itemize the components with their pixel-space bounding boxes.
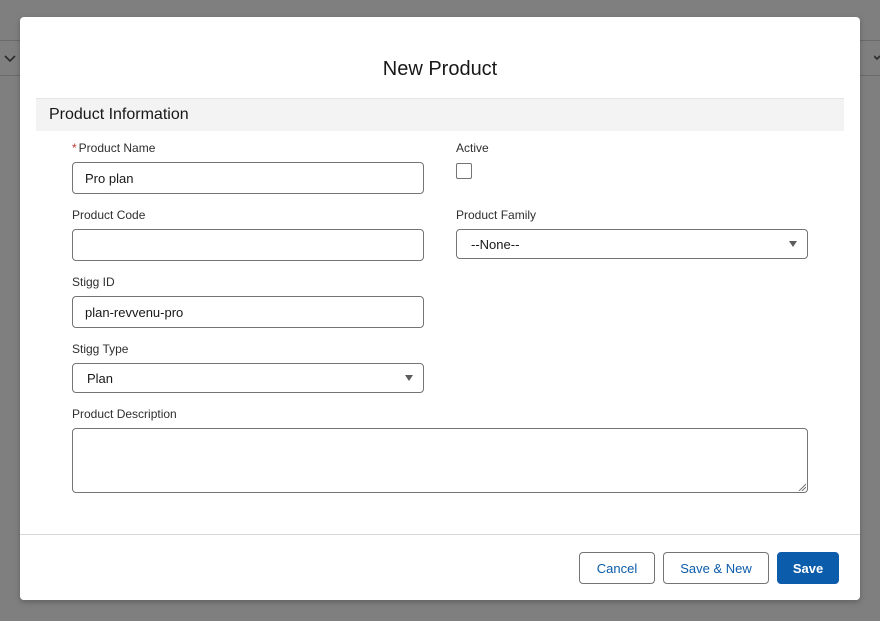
stigg-id-input[interactable] [72, 296, 424, 328]
cancel-button[interactable]: Cancel [579, 552, 655, 584]
new-product-modal: New Product Product Information * Product… [20, 17, 860, 600]
active-label: Active [456, 141, 489, 155]
stigg-id-label: Stigg ID [72, 275, 115, 289]
product-description-textarea[interactable] [72, 428, 808, 493]
modal-title: New Product [382, 58, 498, 80]
product-family-label: Product Family [456, 208, 537, 222]
product-name-label: * Product Name [72, 141, 155, 155]
modal-footer: Cancel Save & New Save [20, 534, 860, 600]
resize-grip-icon[interactable] [798, 483, 806, 491]
product-code-input[interactable] [72, 229, 424, 261]
chevron-down-icon [874, 55, 880, 61]
product-description-label: Product Description [72, 407, 177, 421]
modal-header: New Product [20, 17, 860, 98]
save-button[interactable]: Save [777, 552, 839, 584]
product-name-label-text: Product Name [78, 141, 156, 155]
section-header[interactable]: Product Information [36, 98, 844, 131]
product-family-select[interactable]: --None-- [456, 229, 808, 259]
required-indicator: * [72, 141, 77, 155]
chevron-down-icon [789, 241, 797, 247]
close-icon[interactable] [848, 0, 864, 4]
stigg-type-label: Stigg Type [72, 342, 129, 356]
stigg-type-value: Plan [87, 370, 114, 386]
product-code-label: Product Code [72, 208, 146, 222]
product-name-input[interactable] [72, 162, 424, 194]
stigg-type-select[interactable]: Plan [72, 363, 424, 393]
save-and-new-button[interactable]: Save & New [663, 552, 769, 584]
chevron-down-icon [405, 375, 413, 381]
active-checkbox[interactable] [456, 163, 472, 179]
product-family-value: --None-- [471, 236, 520, 252]
section-title: Product Information [49, 106, 189, 123]
chevron-down-icon [4, 55, 16, 63]
